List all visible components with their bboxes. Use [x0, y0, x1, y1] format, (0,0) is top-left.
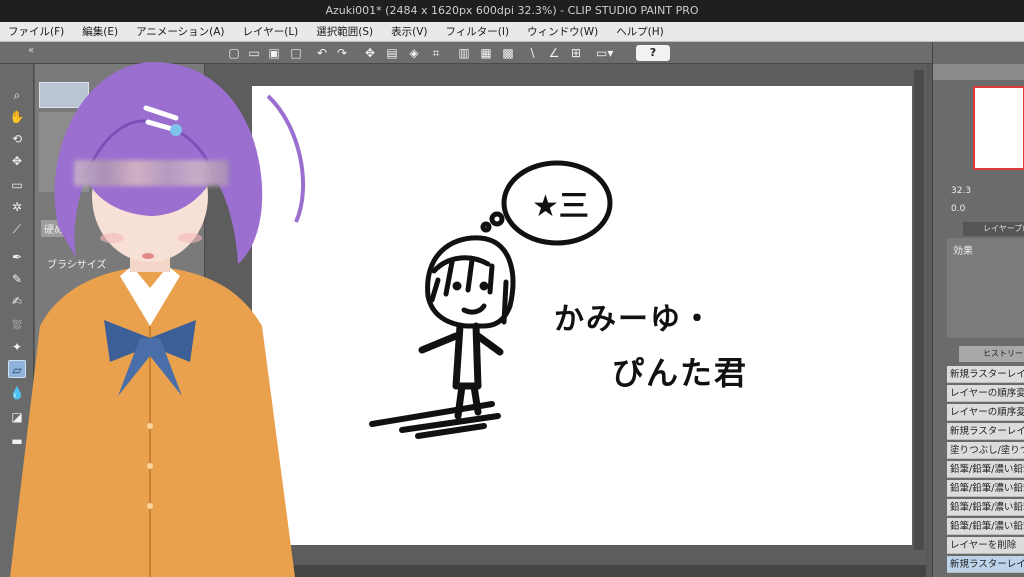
- navigator-tabs[interactable]: [933, 64, 1024, 80]
- redo-icon[interactable]: ↷: [334, 45, 350, 61]
- menu-filter[interactable]: フィルター(I): [446, 24, 510, 39]
- bubble-dot-1: [489, 211, 505, 227]
- ruler-icon[interactable]: ▥: [456, 45, 472, 61]
- tab-history[interactable]: ヒストリー: [959, 346, 1024, 362]
- right-dock: 32.3 0.0 レイヤープロパティ 効果 ヒストリー 新規ラスターレイヤー レ…: [932, 42, 1024, 577]
- menu-view[interactable]: 表示(V): [391, 24, 427, 39]
- bubble-dot-2: [480, 221, 492, 233]
- history-item-selected[interactable]: 新規ラスターレイヤー: [947, 556, 1024, 573]
- navigator-zoom-value[interactable]: 32.3: [951, 186, 971, 196]
- window-title: Azuki001* (2484 x 1620px 600dpi 32.3%) -…: [0, 0, 1024, 22]
- ruler2-icon[interactable]: ▦: [478, 45, 494, 61]
- help-button[interactable]: ?: [636, 45, 670, 61]
- display-mode-icon[interactable]: ▭▾: [596, 45, 613, 61]
- grid-icon[interactable]: ▩: [500, 45, 516, 61]
- fill-icon[interactable]: ◈: [406, 45, 422, 61]
- vtuber-avatar: [10, 61, 306, 577]
- selection-out-icon[interactable]: ▤: [384, 45, 400, 61]
- history-item[interactable]: 鉛筆/鉛筆/濃い鉛筆: [947, 499, 1024, 516]
- navigator-thumbnail[interactable]: [973, 86, 1024, 170]
- transform-icon[interactable]: ✥: [362, 45, 378, 61]
- handwriting-line-2: ぴんた君: [612, 354, 749, 392]
- snap-grid-icon[interactable]: ⊞: [568, 45, 584, 61]
- menu-window[interactable]: ウィンドウ(W): [527, 24, 598, 39]
- handwriting-line-1: かみーゆ・: [554, 302, 714, 337]
- history-item[interactable]: レイヤーの順序変更: [947, 404, 1024, 421]
- history-item[interactable]: レイヤーを削除: [947, 537, 1024, 554]
- history-item[interactable]: レイヤーの順序変更: [947, 385, 1024, 402]
- menu-help[interactable]: ヘルプ(H): [616, 24, 664, 39]
- drawing-canvas[interactable]: ★三 かみーゆ・ ぴんた君: [252, 86, 912, 545]
- history-item[interactable]: 新規ラスターレイヤー: [947, 423, 1024, 440]
- history-item[interactable]: 鉛筆/鉛筆/濃い鉛筆: [947, 480, 1024, 497]
- snap-ruler-icon[interactable]: ∖: [524, 45, 540, 61]
- eye-censor-mosaic: [74, 160, 229, 186]
- effect-label: 効果: [953, 246, 973, 257]
- vertical-scrollbar[interactable]: [914, 70, 924, 550]
- bubble-text: ★三: [532, 189, 589, 224]
- snap-special-icon[interactable]: ∠: [546, 45, 562, 61]
- history-item[interactable]: 新規ラスターレイヤー: [947, 366, 1024, 383]
- hair-flower: [170, 124, 182, 136]
- history-item[interactable]: 鉛筆/鉛筆/濃い鉛筆: [947, 461, 1024, 478]
- history-item[interactable]: 塗りつぶし/塗りつぶし: [947, 442, 1024, 459]
- navigator-rotate-value[interactable]: 0.0: [951, 204, 965, 214]
- crop-icon[interactable]: ⌗: [428, 45, 444, 61]
- tab-layer-property[interactable]: レイヤープロパティ: [963, 222, 1024, 236]
- history-item[interactable]: 鉛筆/鉛筆/濃い鉛筆: [947, 518, 1024, 535]
